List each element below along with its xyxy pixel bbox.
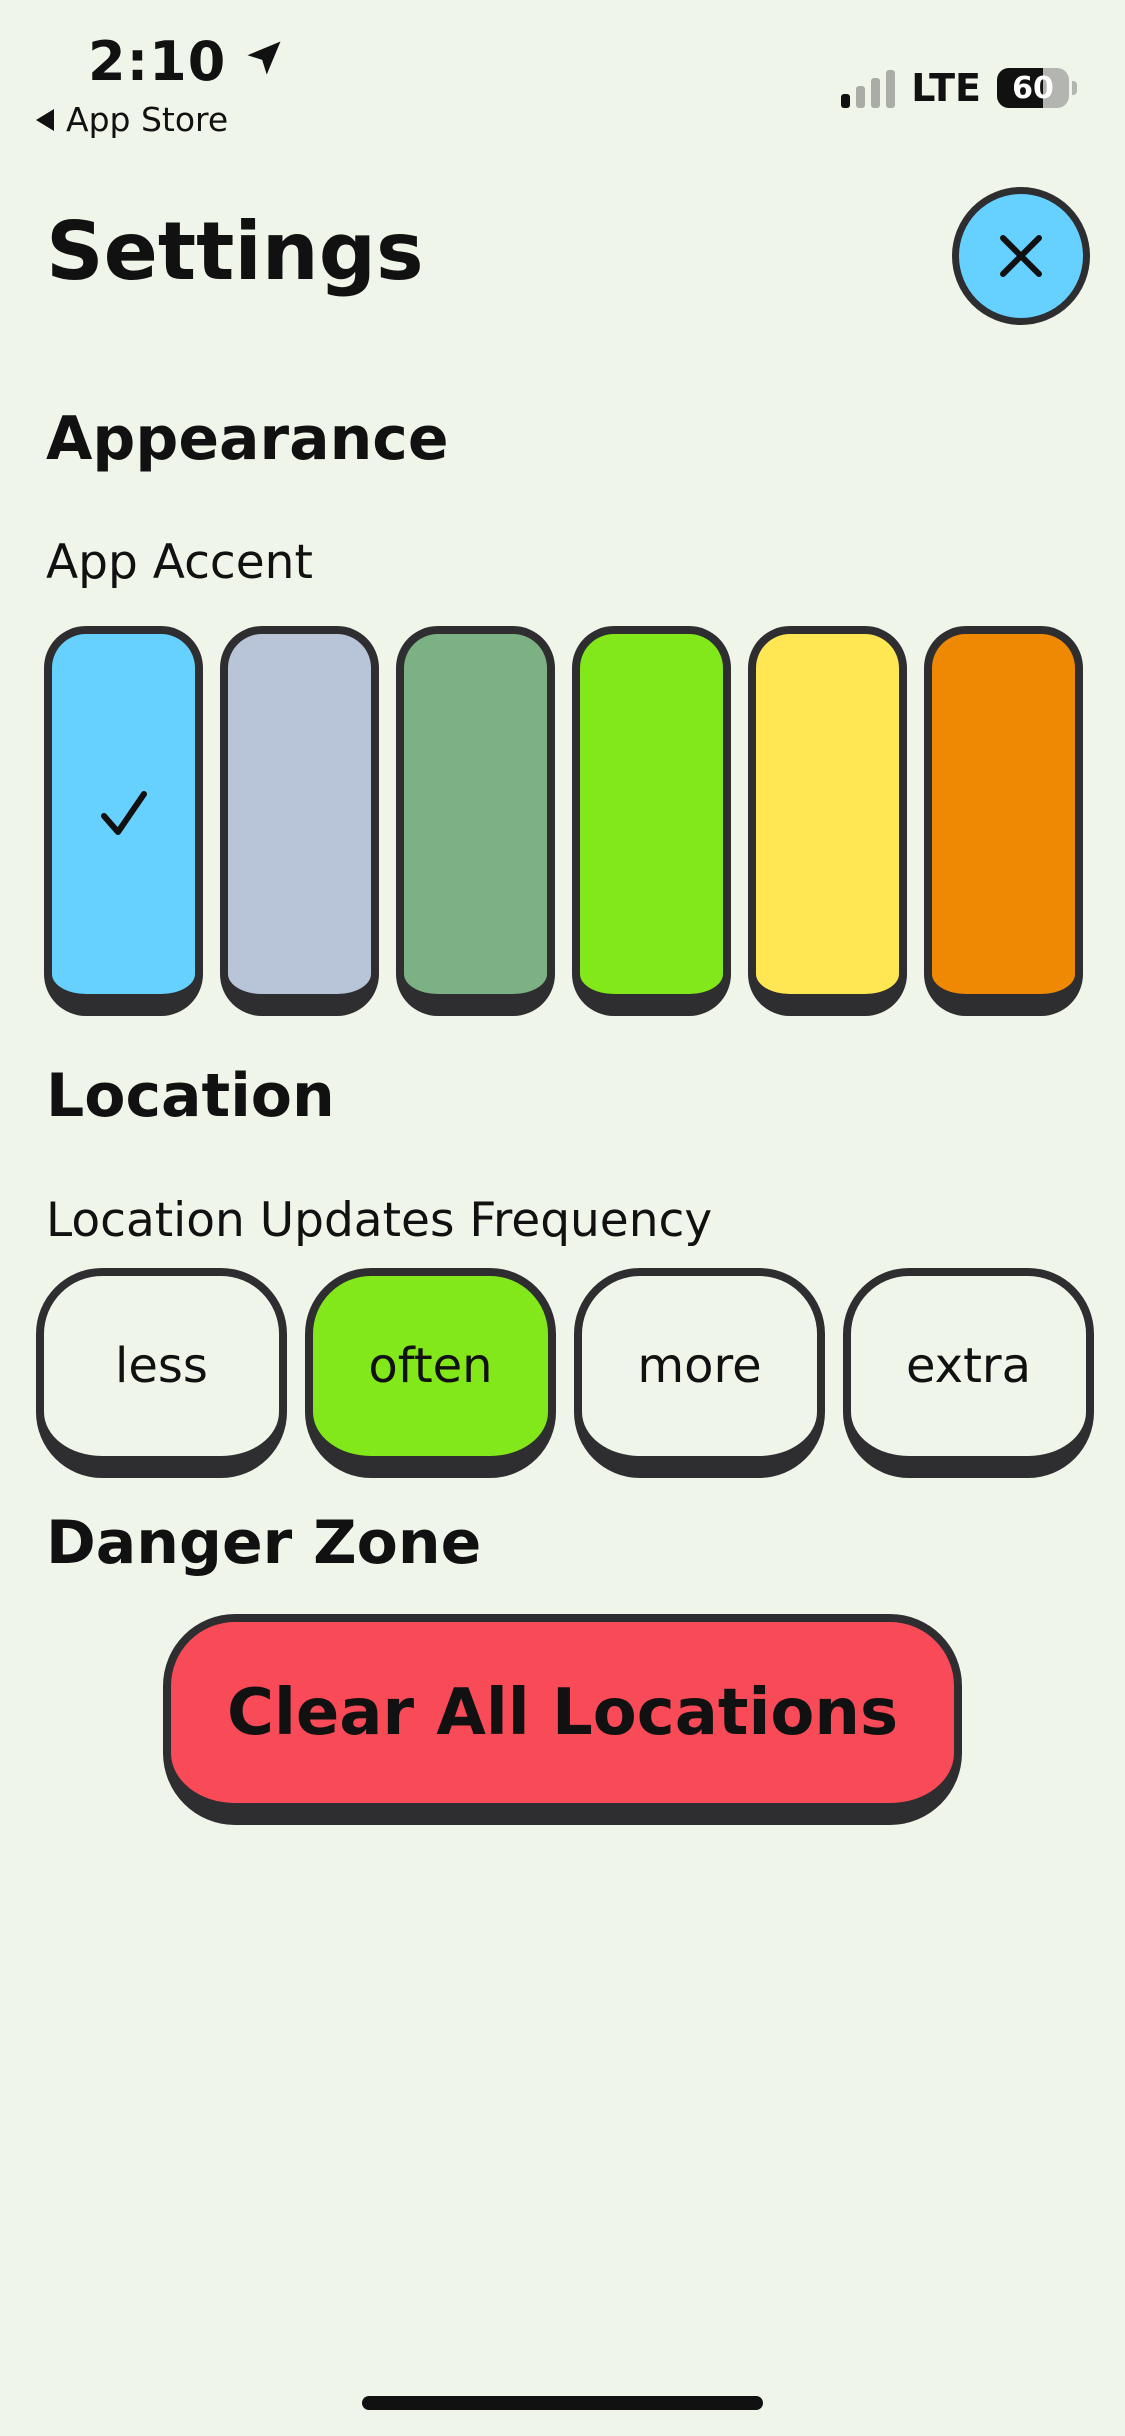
page-title: Settings xyxy=(46,205,424,298)
frequency-option-more[interactable]: more xyxy=(574,1268,825,1478)
cellular-signal-icon xyxy=(841,68,896,108)
frequency-option-extra[interactable]: extra xyxy=(843,1268,1094,1478)
danger-zone-heading: Danger Zone xyxy=(46,1508,482,1578)
status-time-label: 2:10 xyxy=(88,30,227,93)
accent-swatch-0[interactable] xyxy=(44,626,203,1016)
settings-screen: 2:10 App Store LTE 60 Settings Appearanc… xyxy=(0,0,1125,2436)
accent-swatch-4[interactable] xyxy=(748,626,907,1016)
app-accent-label: App Accent xyxy=(46,535,313,590)
close-icon xyxy=(1000,235,1042,277)
network-type: LTE xyxy=(911,66,981,110)
battery-percent: 60 xyxy=(1012,70,1054,106)
accent-swatch-1[interactable] xyxy=(220,626,379,1016)
accent-swatch-5[interactable] xyxy=(924,626,1083,1016)
location-arrow-icon xyxy=(242,30,286,93)
accent-swatch-3[interactable] xyxy=(572,626,731,1016)
appearance-heading: Appearance xyxy=(46,404,449,474)
status-indicators: LTE 60 xyxy=(841,66,1077,110)
back-triangle-icon xyxy=(36,108,54,131)
clear-all-locations-button[interactable]: Clear All Locations xyxy=(163,1614,962,1825)
close-button[interactable] xyxy=(952,187,1090,325)
frequency-option-often[interactable]: often xyxy=(305,1268,556,1478)
accent-swatches xyxy=(44,626,1083,1016)
status-time: 2:10 xyxy=(88,30,286,93)
checkmark-icon xyxy=(100,791,147,835)
location-heading: Location xyxy=(46,1061,335,1131)
back-app-label: App Store xyxy=(66,100,229,139)
frequency-option-less[interactable]: less xyxy=(36,1268,287,1478)
frequency-options: less often more extra xyxy=(36,1268,1094,1478)
battery-icon: 60 xyxy=(997,68,1077,108)
frequency-label: Location Updates Frequency xyxy=(46,1193,713,1248)
back-to-app-store[interactable]: App Store xyxy=(36,100,228,139)
home-indicator[interactable] xyxy=(362,2396,763,2410)
accent-swatch-2[interactable] xyxy=(396,626,555,1016)
